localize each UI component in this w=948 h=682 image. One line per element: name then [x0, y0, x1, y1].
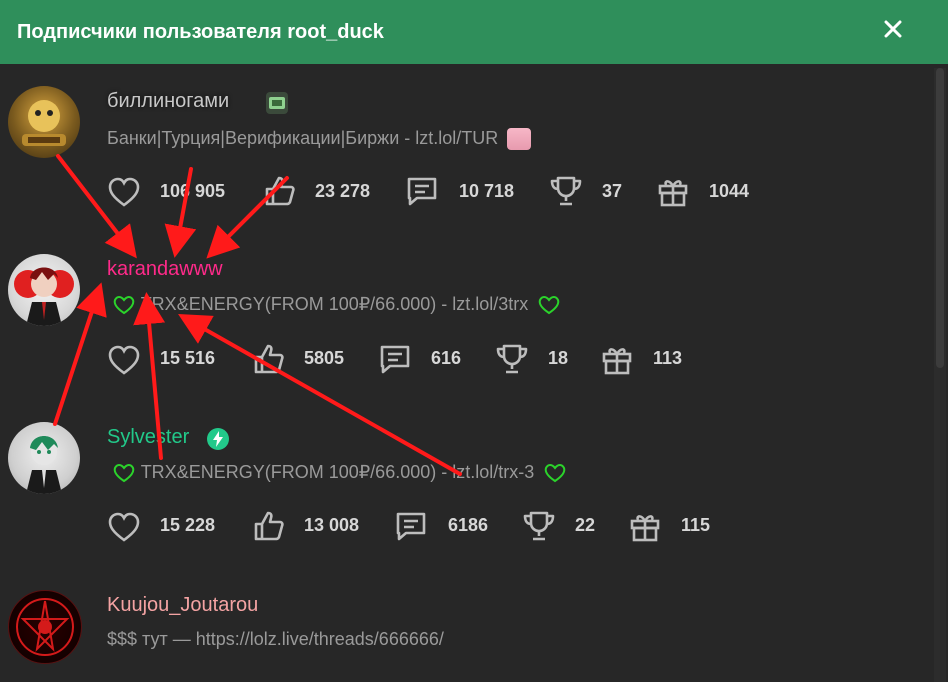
thumbs-up-icon [254, 344, 284, 374]
message-icon [396, 512, 426, 541]
user-status: Банки|Турция|Верификации|Биржи - lzt.lol… [107, 128, 532, 151]
messages-count: 616 [431, 348, 462, 368]
green-heart-icon [113, 296, 135, 315]
thumbs-count: 13 008 [304, 515, 360, 535]
list-item: Kuujou_Joutarou $$$ тут — https://lolz.l… [0, 568, 930, 682]
anime-girl-emoji-icon [507, 128, 532, 151]
avatar-image [26, 436, 62, 494]
gift-icon [602, 348, 632, 375]
lightning-badge-icon [207, 428, 229, 450]
message-icon [407, 177, 437, 206]
modal-title: Подписчики пользователя root_duck [17, 20, 384, 43]
trophies-count: 18 [548, 348, 569, 368]
gifts-count: 113 [653, 348, 683, 368]
username[interactable]: karandawww [107, 258, 223, 281]
message-icon [380, 345, 410, 374]
avatar-image [16, 598, 74, 656]
avatar[interactable] [8, 86, 80, 158]
list-item: биллиногами Банки|Турция|Верификации|Бир… [0, 64, 930, 232]
trophy-icon [550, 176, 582, 206]
avatar-image [14, 267, 74, 326]
list-item: karandawww TRX&ENERGY(FROM 100₽/66.000) … [0, 232, 930, 400]
modal-header: Подписчики пользователя root_duck [0, 0, 948, 64]
green-heart-icon [113, 464, 135, 483]
heart-icon [108, 345, 140, 375]
likes-count: 15 516 [160, 348, 216, 368]
heart-icon [108, 512, 140, 542]
heart-icon [108, 177, 140, 207]
trophy-icon [523, 511, 555, 541]
thumbs-count: 5805 [304, 348, 345, 368]
gifts-count: 1044 [709, 181, 750, 201]
messages-count: 6186 [448, 515, 489, 535]
user-status: TRX&ENERGY(FROM 100₽/66.000) - lzt.lol/t… [112, 462, 567, 484]
messages-count: 10 718 [459, 181, 515, 201]
avatar-image [22, 100, 66, 146]
username[interactable]: биллиногами [107, 90, 229, 113]
likes-count: 106 905 [160, 181, 226, 201]
user-status: $$$ тут — https://lolz.live/threads/6666… [107, 629, 444, 649]
thumbs-count: 23 278 [315, 181, 371, 201]
avatar[interactable] [8, 590, 82, 664]
thumbs-up-icon [265, 176, 295, 206]
username[interactable]: Sylvester [107, 426, 189, 449]
list-item: Sylvester TRX&ENERGY(FROM 100₽/66.000) -… [0, 400, 930, 568]
gifts-count: 115 [681, 515, 711, 535]
username[interactable]: Kuujou_Joutarou [107, 594, 258, 617]
close-button[interactable] [878, 14, 908, 44]
likes-count: 15 228 [160, 515, 216, 535]
user-badge-icon [266, 92, 288, 114]
thumbs-up-icon [254, 511, 284, 541]
trophy-icon [496, 344, 528, 374]
gift-icon [658, 180, 688, 207]
gift-icon [630, 515, 660, 542]
trophies-count: 37 [602, 181, 623, 201]
green-heart-icon [544, 464, 566, 483]
scrollbar-thumb[interactable] [936, 68, 944, 368]
avatar[interactable] [8, 254, 80, 326]
user-status: TRX&ENERGY(FROM 100₽/66.000) - lzt.lol/3… [112, 294, 561, 316]
scrollbar[interactable] [934, 68, 946, 682]
close-icon [884, 20, 902, 38]
trophies-count: 22 [575, 515, 596, 535]
avatar[interactable] [8, 422, 80, 494]
green-heart-icon [538, 296, 560, 315]
